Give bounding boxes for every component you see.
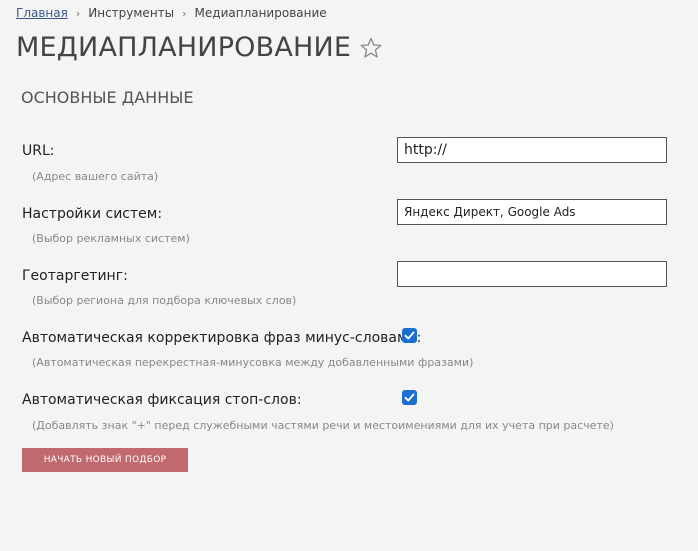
geo-hint: (Выбор региона для подбора ключевых слов… — [32, 294, 297, 307]
geo-input[interactable] — [397, 261, 667, 287]
checkmark-icon — [404, 331, 415, 340]
breadcrumb-tools: Инструменты — [88, 6, 175, 20]
systems-hint: (Выбор рекламных систем) — [32, 232, 190, 245]
breadcrumb-home-link[interactable]: Главная — [16, 6, 68, 20]
auto-minus-hint: (Автоматическая перекрестная-минусовка м… — [32, 356, 474, 369]
auto-stop-label: Автоматическая фиксация стоп-слов: — [22, 392, 302, 408]
star-outline-icon[interactable] — [359, 36, 383, 60]
systems-label: Настройки систем: — [22, 206, 163, 222]
geo-label: Геотаргетинг: — [22, 268, 128, 284]
page-title-text: МЕДИАПЛАНИРОВАНИЕ — [16, 32, 352, 63]
breadcrumb-current: Медиапланирование — [194, 6, 327, 20]
auto-stop-hint: (Добавлять знак "+" перед служебными час… — [32, 419, 614, 432]
checkmark-icon — [404, 393, 415, 402]
start-new-selection-button[interactable]: НАЧАТЬ НОВЫЙ ПОДБОР — [22, 448, 188, 472]
auto-minus-checkbox[interactable] — [402, 328, 417, 343]
auto-stop-checkbox[interactable] — [402, 390, 417, 405]
url-hint: (Адрес вашего сайта) — [32, 170, 159, 183]
page-title: МЕДИАПЛАНИРОВАНИЕ — [16, 32, 383, 63]
systems-select[interactable] — [397, 199, 667, 225]
breadcrumb: Главная › Инструменты › Медиапланировани… — [16, 6, 327, 20]
section-title: ОСНОВНЫЕ ДАННЫЕ — [21, 88, 194, 107]
url-label: URL: — [22, 143, 55, 159]
chevron-right-icon: › — [75, 6, 81, 20]
url-input[interactable] — [397, 137, 667, 163]
auto-minus-label: Автоматическая корректировка фраз минус-… — [22, 330, 422, 346]
chevron-right-icon: › — [182, 6, 187, 20]
